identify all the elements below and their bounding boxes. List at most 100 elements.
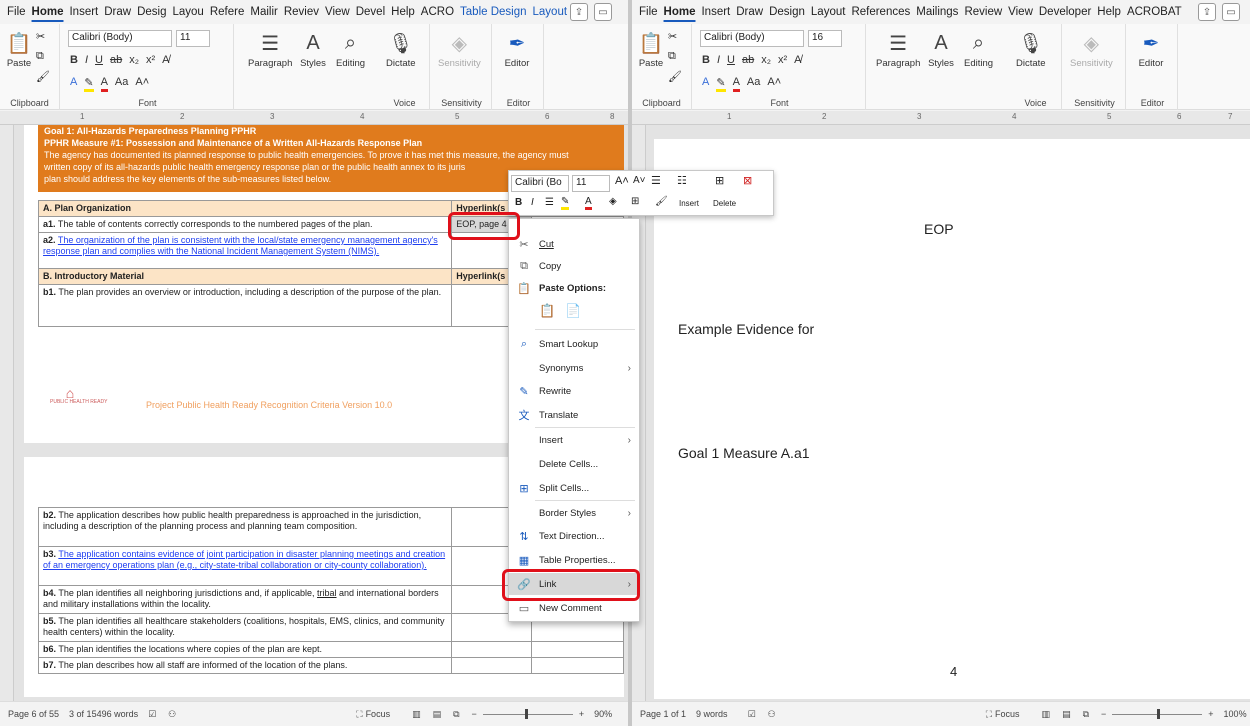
font-name-box[interactable]: Calibri (Body) <box>68 30 172 47</box>
share-icon[interactable]: ⇪ <box>1198 3 1216 21</box>
italic-icon[interactable]: I <box>531 197 534 208</box>
grow-font-icon[interactable]: A˄ <box>767 76 781 92</box>
menu-developer[interactable]: Developer <box>1036 0 1094 24</box>
focus-icon[interactable]: ⛶ <box>356 709 362 720</box>
zoom-slider-thumb[interactable] <box>1157 708 1161 719</box>
menu-home[interactable]: Home <box>661 0 699 24</box>
format-painter-icon[interactable]: 🖌 <box>655 196 668 207</box>
word-count[interactable]: 3 of 15496 words <box>69 709 138 719</box>
menu-view[interactable]: View <box>322 0 353 24</box>
accessibility-icon[interactable]: ⚇ <box>768 709 776 720</box>
paste-text-only-icon[interactable]: 📄 <box>565 303 581 319</box>
shading-icon[interactable]: ◈ <box>609 196 617 207</box>
subscript-icon[interactable]: x₂ <box>129 54 139 66</box>
menu-table-design[interactable]: Table Design <box>457 0 529 24</box>
menu-design[interactable]: Desig <box>134 0 169 24</box>
zoom-out-icon[interactable]: − <box>472 709 477 719</box>
b3-link[interactable]: The application contains evidence of joi… <box>43 549 445 570</box>
numbering-icon[interactable]: ☷ <box>677 174 687 187</box>
clear-format-icon[interactable]: A̸ <box>794 54 801 66</box>
delete-table-icon[interactable]: ⊠ <box>743 174 752 187</box>
left-horizontal-ruler[interactable]: 1 2 3 4 5 6 8 <box>0 111 628 125</box>
font-color-icon[interactable]: A <box>585 196 592 210</box>
ctx-smart-lookup[interactable]: ⌕ Smart Lookup <box>509 333 639 355</box>
zoom-level[interactable]: 90% <box>594 709 612 719</box>
italic-icon[interactable]: I <box>717 54 720 66</box>
proofing-icon[interactable]: ☑ <box>748 709 756 720</box>
a2-link[interactable]: The organization of the plan is consiste… <box>43 235 438 256</box>
clear-format-icon[interactable]: A̸ <box>162 54 169 66</box>
format-painter-icon[interactable]: 🖌 <box>668 70 682 83</box>
strikethrough-icon[interactable]: ab <box>110 54 122 66</box>
word-count[interactable]: 9 words <box>696 709 728 719</box>
font-size-box[interactable]: 11 <box>176 30 210 47</box>
mini-size-box[interactable]: 11 <box>572 175 610 192</box>
menu-layout[interactable]: Layou <box>170 0 207 24</box>
menu-layout[interactable]: Layout <box>808 0 849 24</box>
read-mode-icon[interactable]: ▥ <box>412 709 421 720</box>
sensitivity-button[interactable]: ◈ Sensitivity <box>1070 28 1113 70</box>
bold-icon[interactable]: B <box>70 54 78 66</box>
cut-icon[interactable]: ✂ <box>668 30 677 43</box>
zoom-slider[interactable] <box>1112 708 1203 719</box>
styles-button[interactable]: A Styles <box>928 28 954 70</box>
format-painter-icon[interactable]: 🖌 <box>36 70 50 83</box>
zoom-in-icon[interactable]: + <box>579 709 584 719</box>
zoom-slider-thumb[interactable] <box>524 708 528 719</box>
mini-font-box[interactable]: Calibri (Bo <box>511 175 569 192</box>
font-name-box[interactable]: Calibri (Body) <box>700 30 804 47</box>
left-vertical-ruler[interactable] <box>0 125 14 701</box>
print-layout-icon[interactable]: ▤ <box>1062 709 1071 720</box>
menu-table-layout[interactable]: Layout <box>530 0 571 24</box>
italic-icon[interactable]: I <box>85 54 88 66</box>
read-mode-icon[interactable]: ▥ <box>1042 709 1051 720</box>
grow-font-icon[interactable]: A˄ <box>135 76 149 92</box>
page-count[interactable]: Page 1 of 1 <box>640 709 686 719</box>
proofing-icon[interactable]: ☑ <box>148 709 156 720</box>
ctx-copy[interactable]: ⧉ Copy <box>509 255 639 277</box>
copy-icon[interactable]: ⧉ <box>668 50 676 63</box>
styles-button[interactable]: A Styles <box>300 28 326 70</box>
paragraph-button[interactable]: ☰ Paragraph <box>248 28 292 70</box>
mini-insert-button[interactable]: Insert <box>679 199 699 208</box>
paragraph-button[interactable]: ☰ Paragraph <box>876 28 920 70</box>
focus-button[interactable]: Focus <box>366 709 391 719</box>
accessibility-icon[interactable]: ⚇ <box>168 709 176 720</box>
font-color-icon[interactable]: A <box>732 76 740 92</box>
text-effects-icon[interactable]: A <box>702 76 709 92</box>
bold-icon[interactable]: B <box>515 197 522 208</box>
ctx-rewrite[interactable]: ✎ Rewrite <box>509 380 639 402</box>
page-count[interactable]: Page 6 of 55 <box>8 709 59 719</box>
superscript-icon[interactable]: x² <box>146 54 155 66</box>
menu-help[interactable]: Help <box>1094 0 1124 24</box>
bold-icon[interactable]: B <box>702 54 710 66</box>
menu-developer[interactable]: Devel <box>353 0 388 24</box>
right-horizontal-ruler[interactable]: 1 2 3 4 5 6 7 <box>632 111 1250 125</box>
strikethrough-icon[interactable]: ab <box>742 54 754 66</box>
editing-button[interactable]: ⌕ Editing <box>964 28 993 70</box>
editor-button[interactable]: ✒ Editor <box>504 28 530 70</box>
menu-draw[interactable]: Draw <box>733 0 766 24</box>
paste-keep-format-icon[interactable]: 📋 <box>539 303 555 319</box>
font-size-box[interactable]: 16 <box>808 30 842 47</box>
menu-design[interactable]: Design <box>766 0 808 24</box>
dictate-button[interactable]: 🎙 Dictate <box>1016 28 1046 70</box>
ctx-split-cells[interactable]: ⊞ Split Cells... <box>509 477 639 499</box>
menu-view[interactable]: View <box>1005 0 1036 24</box>
web-layout-icon[interactable]: ⧉ <box>1083 709 1089 720</box>
highlight-icon[interactable]: ✎ <box>561 196 570 210</box>
comments-icon[interactable]: ▭ <box>1222 3 1240 21</box>
menu-insert[interactable]: Insert <box>698 0 733 24</box>
print-layout-icon[interactable]: ▤ <box>433 709 442 720</box>
copy-icon[interactable]: ⧉ <box>36 50 44 63</box>
change-case-icon[interactable]: Aa <box>747 76 760 92</box>
menu-references[interactable]: Refere <box>207 0 248 24</box>
subscript-icon[interactable]: x₂ <box>761 54 771 66</box>
menu-file[interactable]: File <box>636 0 661 24</box>
center-align-icon[interactable]: ☰ <box>545 197 554 208</box>
superscript-icon[interactable]: x² <box>778 54 787 66</box>
insert-table-icon[interactable]: ⊞ <box>715 174 724 187</box>
zoom-level[interactable]: 100% <box>1224 709 1247 719</box>
menu-mailings[interactable]: Mailir <box>247 0 280 24</box>
ctx-cut[interactable]: ✂ Cut <box>509 233 639 255</box>
